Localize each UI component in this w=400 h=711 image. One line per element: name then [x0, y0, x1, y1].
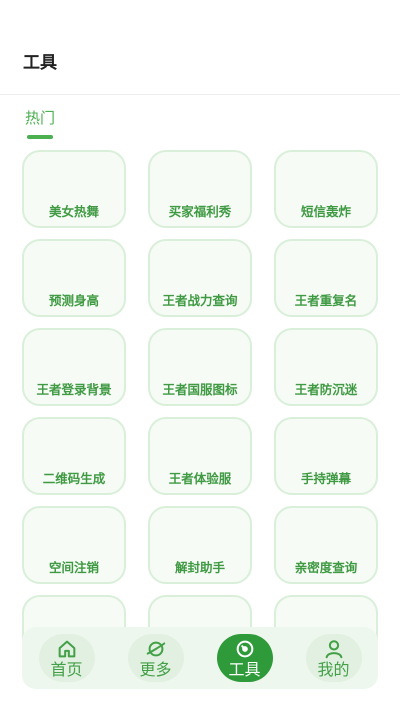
tab-home-pill: 首页 — [38, 634, 95, 682]
tool-tile[interactable]: 王者重复名 — [274, 239, 378, 317]
tool-tile[interactable]: 王者国服图标 — [148, 328, 252, 406]
tab-hot[interactable]: 热门 — [25, 107, 55, 128]
tool-tile[interactable]: 空间注销 — [22, 506, 126, 584]
tool-label: 美女热舞 — [48, 204, 99, 219]
tool-tile[interactable]: 美女热舞 — [22, 150, 126, 228]
app-header: 工具 — [0, 0, 400, 95]
tool-tile[interactable]: 王者战力查询 — [148, 239, 252, 317]
tab-tools[interactable]: 工具 — [200, 627, 289, 689]
tool-label: 预测身高 — [48, 293, 99, 308]
tool-tile[interactable]: 二维码生成 — [22, 417, 126, 495]
tab-profile-pill: 我的 — [305, 634, 362, 682]
tool-label: 王者国服图标 — [162, 382, 238, 397]
home-icon — [58, 640, 75, 657]
tool-tile[interactable]: 解封助手 — [148, 506, 252, 584]
tab-home-label: 首页 — [50, 659, 83, 679]
tool-label: 解封助手 — [174, 560, 225, 575]
tab-profile[interactable]: 我的 — [289, 627, 378, 689]
tool-label: 手持弹幕 — [300, 471, 351, 486]
tool-grid: 美女热舞 买家福利秀 短信轰炸 预测身高 王者战力查询 王者重复名 王者登录背景… — [22, 150, 380, 673]
tool-tile[interactable]: 王者体验服 — [148, 417, 252, 495]
tool-tile[interactable]: 手持弹幕 — [274, 417, 378, 495]
tool-tile[interactable]: 亲密度查询 — [274, 506, 378, 584]
bottom-tab-bar: 首页 更多 工具 我的 — [22, 627, 378, 689]
tab-home[interactable]: 首页 — [22, 627, 111, 689]
tab-hot-indicator — [27, 135, 53, 139]
tool-label: 亲密度查询 — [294, 560, 358, 575]
tool-label: 王者登录背景 — [36, 382, 112, 397]
tab-profile-label: 我的 — [317, 659, 350, 679]
tool-label: 买家福利秀 — [168, 204, 232, 219]
tool-tile[interactable]: 王者登录背景 — [22, 328, 126, 406]
tab-tools-pill: 工具 — [216, 634, 273, 682]
user-icon — [325, 639, 342, 658]
tool-label: 王者重复名 — [294, 293, 358, 308]
tool-label: 二维码生成 — [42, 471, 106, 486]
compass-icon — [236, 640, 253, 657]
page-title: 工具 — [23, 53, 57, 73]
tool-tile[interactable]: 预测身高 — [22, 239, 126, 317]
tool-tile[interactable]: 王者防沉迷 — [274, 328, 378, 406]
tool-tile[interactable]: 买家福利秀 — [148, 150, 252, 228]
tool-label: 王者防沉迷 — [294, 382, 358, 397]
tab-more-pill: 更多 — [127, 634, 184, 682]
tab-more[interactable]: 更多 — [111, 627, 200, 689]
planet-icon — [146, 641, 165, 656]
tool-label: 王者战力查询 — [162, 293, 238, 308]
tab-more-label: 更多 — [139, 659, 172, 679]
tab-tools-label: 工具 — [228, 659, 261, 679]
tool-label: 空间注销 — [48, 560, 99, 575]
tool-label: 王者体验服 — [168, 471, 232, 486]
tool-label: 短信轰炸 — [300, 204, 351, 219]
tool-tile[interactable]: 短信轰炸 — [274, 150, 378, 228]
